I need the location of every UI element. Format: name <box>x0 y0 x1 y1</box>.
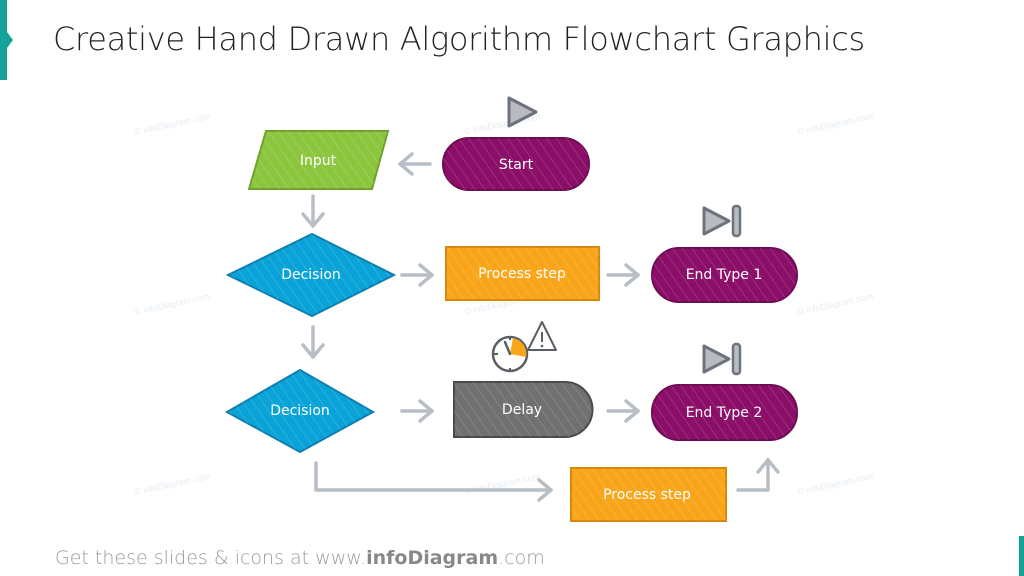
node-end-2[interactable]: End Type 2 <box>651 384 798 441</box>
skip-forward-icon <box>702 342 742 376</box>
node-process-1-label: Process step <box>478 266 566 282</box>
arrow-delay-to-end2 <box>606 399 640 423</box>
stopwatch-warning-icon <box>491 321 557 373</box>
node-delay[interactable]: Delay <box>453 381 594 438</box>
node-decision-1[interactable]: Decision <box>225 232 397 318</box>
arrow-decision1-to-process1 <box>400 263 434 287</box>
node-start-label: Start <box>499 157 534 173</box>
watermark: © infoDiagram.com <box>463 471 541 497</box>
arrow-decision1-to-decision2 <box>301 325 325 359</box>
arrow-decision2-to-delay <box>400 399 434 423</box>
node-end-2-label: End Type 2 <box>686 405 763 421</box>
node-decision-2-label: Decision <box>270 403 330 419</box>
footer: Get these slides & icons at www.infoDiag… <box>55 547 545 569</box>
arrow-process1-to-end1 <box>606 263 640 287</box>
flowchart: © infoDiagram.com © infoDiagram.com © in… <box>133 96 874 522</box>
footer-suffix: .com <box>498 547 545 569</box>
node-process-2-label: Process step <box>603 487 691 503</box>
node-end-1-label: End Type 1 <box>686 267 763 283</box>
watermark: © infoDiagram.com <box>133 111 211 137</box>
skip-forward-icon <box>702 204 742 238</box>
arrow-input-to-decision1 <box>301 194 325 228</box>
arrow-process2-to-end2 <box>736 458 780 492</box>
node-decision-2[interactable]: Decision <box>224 368 376 454</box>
arrow-start-to-input <box>398 152 432 176</box>
node-end-1[interactable]: End Type 1 <box>651 247 798 303</box>
node-process-2[interactable]: Process step <box>570 467 727 522</box>
node-delay-label: Delay <box>502 402 542 418</box>
watermark: © infoDiagram.com <box>796 471 874 497</box>
node-input[interactable]: Input <box>247 130 390 190</box>
footer-prefix: Get these slides & icons at www. <box>55 547 367 569</box>
node-input-label: Input <box>300 153 337 169</box>
watermark: © infoDiagram.com <box>796 291 874 317</box>
node-decision-1-label: Decision <box>281 267 341 283</box>
footer-brand[interactable]: infoDiagram <box>366 547 498 569</box>
watermark: © infoDiagram.com <box>133 471 211 497</box>
node-process-1[interactable]: Process step <box>445 246 600 301</box>
node-start[interactable]: Start <box>442 137 590 191</box>
watermark: © infoDiagram.com <box>133 291 211 317</box>
watermark: © infoDiagram.com <box>796 111 874 137</box>
